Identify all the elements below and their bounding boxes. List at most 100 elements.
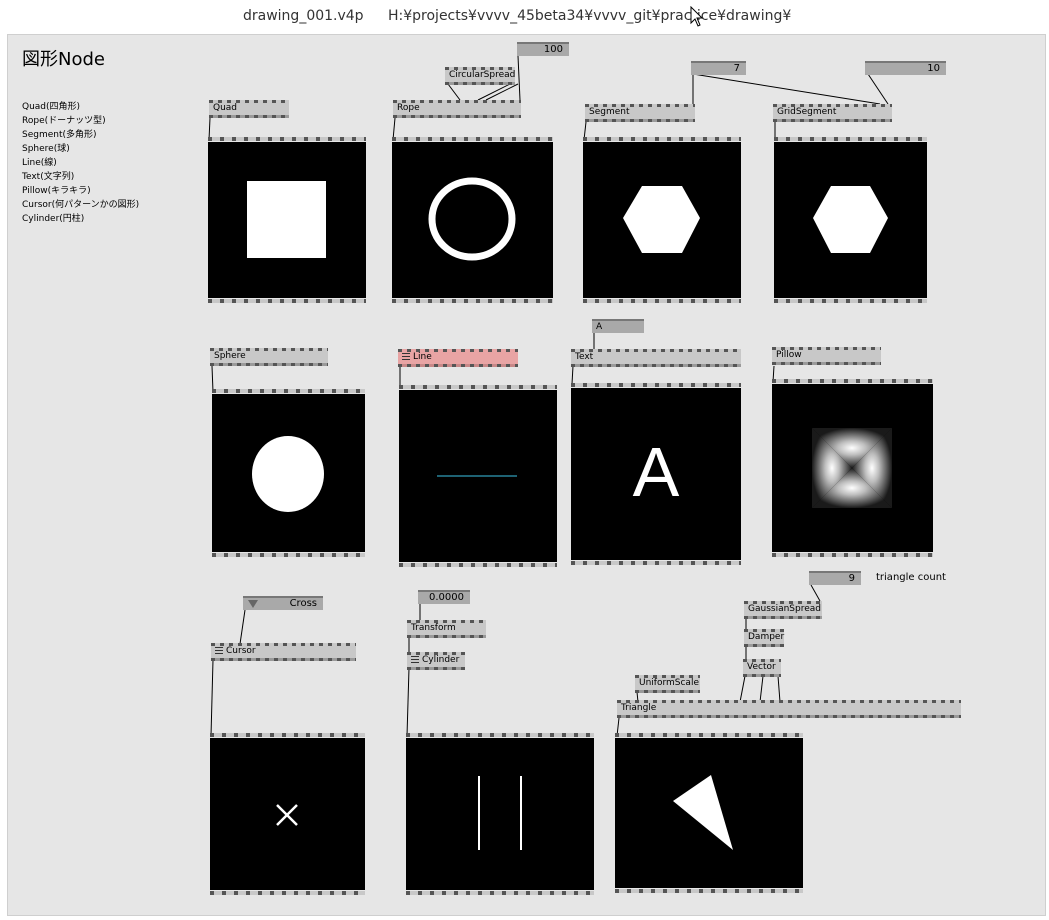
gridsegment-shape [813,186,888,253]
uniformscale-node-label: UniformScale [639,678,699,688]
vector-node[interactable]: Vector [743,659,781,677]
iobox-value: 9 [848,573,855,584]
quad-renderer[interactable] [208,137,366,303]
dropdown-icon [248,600,258,608]
window-titlebar: drawing_001.v4p H:¥projects¥vvvv_45beta3… [0,0,1049,34]
quad-node[interactable]: Quad [209,100,289,118]
patch-heading: 図形Node [22,49,105,70]
cylinder-node-label: Cylinder [411,655,459,666]
transform-value-iobox[interactable]: 0.0000 [418,590,470,604]
renderer-pins [208,299,366,303]
damper-node-label: Damper [748,632,785,642]
gridsegment-node[interactable]: GridSegment [773,104,892,122]
renderer-pins [210,891,365,895]
renderer-pins [208,137,366,141]
renderer-pins [406,733,594,737]
sphere-renderer[interactable] [212,389,365,557]
iobox-value: 0.0000 [429,592,464,603]
gridsegment-resolution-iobox[interactable]: 10 [865,61,946,75]
sphere-node-label: Sphere [214,351,246,361]
renderer-pins [772,379,933,383]
note-line: Quad(四角形) [22,102,81,112]
pillow-node[interactable]: Pillow [772,347,881,365]
cylinder-shape [478,776,522,850]
rope-node-label: Rope [397,103,420,113]
note-line: Pillow(キラキラ) [22,186,91,196]
line-node[interactable]: Line [398,349,518,367]
text-render-glyph: A [632,433,680,511]
gridsegment-node-label: GridSegment [777,107,837,117]
cylinder-node[interactable]: Cylinder [407,652,465,670]
cylinder-renderer[interactable] [406,733,594,895]
renderer-pins [212,389,365,393]
circularspread-node[interactable]: CircularSpread [445,67,515,85]
text-renderer[interactable]: A [571,383,741,565]
text-node-label: Text [575,352,594,362]
renderer-pins [615,889,803,893]
renderer-pins [210,733,365,737]
renderer-pins [583,299,741,303]
pillow-renderer[interactable] [772,379,933,557]
triangle-node-label: Triangle [621,703,657,713]
cursor-type-dropdown[interactable]: Cross [243,596,323,610]
renderer-pins [399,385,557,389]
line-node-label: Line [402,352,432,363]
triangle-renderer[interactable] [615,733,803,893]
pillow-shape [812,428,892,508]
segment-node[interactable]: Segment [585,104,695,122]
comment-notes: Quad(四角形) Rope(ドーナッツ型) Segment(多角形) Sphe… [22,100,139,226]
rope-node[interactable]: Rope [393,100,521,118]
rope-shape [428,177,516,261]
triangle-shape [673,775,733,850]
segment-node-label: Segment [589,107,630,117]
vector-node-label: Vector [747,662,776,672]
note-line: Text(文字列) [22,172,75,182]
cursor-renderer[interactable] [210,733,365,895]
segment-resolution-iobox[interactable]: 7 [691,61,746,75]
note-line: Cursor(何パターンかの図形) [22,200,140,210]
pillow-node-label: Pillow [776,350,802,360]
gaussianspread-node-label: GaussianSpread [748,604,821,614]
renderer-pins [406,891,594,895]
gridsegment-renderer[interactable] [774,137,927,303]
renderer-pins [399,563,557,567]
triangle-count-iobox[interactable]: 9 [809,571,861,585]
triangle-node[interactable]: Triangle [617,700,961,718]
segment-renderer[interactable] [583,137,741,303]
uniformscale-node[interactable]: UniformScale [635,675,700,693]
iobox-value: 100 [543,44,563,55]
menu-icon [402,353,410,360]
cursor-node[interactable]: Cursor [211,643,356,661]
line-shape [437,475,517,477]
renderer-pins [583,137,741,141]
text-node[interactable]: Text [571,349,741,367]
sphere-node[interactable]: Sphere [210,348,328,366]
renderer-pins [212,553,365,557]
cylinder-node-text: Cylinder [422,655,460,665]
note-line: Sphere(球) [22,144,70,154]
rope-resolution-iobox[interactable]: 100 [517,42,569,56]
note-line: Cylinder(円柱) [22,214,85,224]
rope-renderer[interactable] [392,137,553,303]
text-string-iobox[interactable]: A [592,319,644,333]
renderer-pins [772,553,933,557]
gaussianspread-node[interactable]: GaussianSpread [744,601,822,619]
triangle-count-comment: triangle count [876,572,946,583]
renderer-pins [392,299,553,303]
renderer-pins [774,299,927,303]
quad-node-label: Quad [213,103,238,113]
cursor-node-label: Cursor [215,646,256,657]
cross-cursor-shape [276,804,298,826]
renderer-pins [571,561,741,565]
renderer-pins [392,137,553,141]
damper-node[interactable]: Damper [744,629,784,647]
renderer-pins [774,137,927,141]
renderer-pins [571,383,741,387]
dropdown-value: Cross [289,598,317,609]
transform-node[interactable]: Transform [407,620,486,638]
window-file-name: drawing_001.v4p [243,8,364,24]
menu-icon [411,656,419,663]
line-renderer[interactable] [399,385,557,567]
line-node-text: Line [413,352,432,362]
renderer-pins [615,733,803,737]
